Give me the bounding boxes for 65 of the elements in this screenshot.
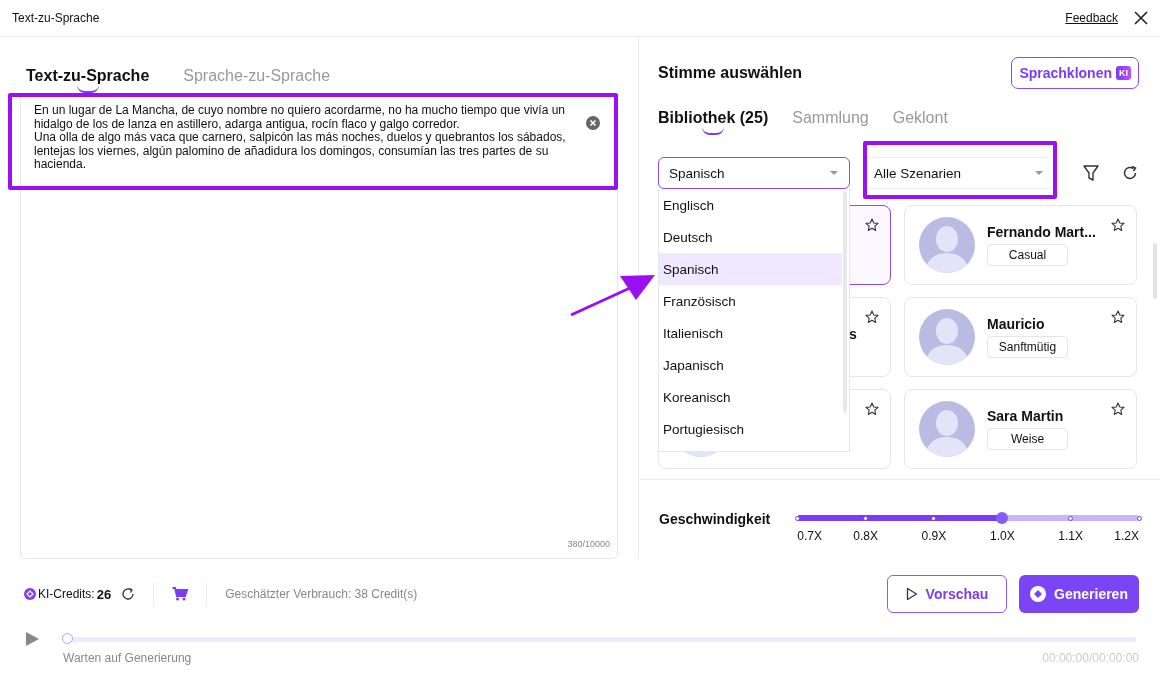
tick-label: 1.1X — [1058, 529, 1083, 543]
star-icon[interactable] — [1111, 310, 1125, 324]
voice-tag: Weise — [987, 428, 1068, 450]
star-icon[interactable] — [865, 402, 879, 416]
voice-card[interactable]: Mauricio Sanftmütig — [904, 297, 1137, 377]
usage-estimate: Geschätzter Verbrauch: 38 Credit(s) — [225, 587, 418, 601]
credit-icon — [24, 588, 36, 600]
dropdown-option[interactable]: Portugiesisch — [659, 413, 842, 445]
ai-badge: KI — [1116, 66, 1131, 80]
dropdown-option[interactable]: Französisch — [659, 285, 842, 317]
voice-name: s — [849, 326, 857, 342]
avatar-icon — [919, 401, 975, 457]
caret-icon — [1034, 170, 1044, 176]
generate-icon — [1030, 586, 1047, 602]
player-status: Warten auf Generierung — [63, 651, 192, 665]
tab[interactable]: Text-zu-Sprache — [26, 67, 150, 93]
dropdown-option[interactable]: Italienisch — [659, 317, 842, 349]
play-icon — [905, 587, 918, 601]
tick-label: 1.0X — [989, 529, 1015, 543]
play-icon[interactable] — [24, 631, 40, 647]
voice-name: Fernando Mart... — [987, 224, 1096, 240]
dropdown-option[interactable]: Englisch — [659, 189, 842, 221]
slider-label: Geschwindigkeit — [659, 511, 771, 527]
clear-icon[interactable] — [586, 116, 600, 130]
tick-label: 0.8X — [853, 529, 878, 543]
text-input[interactable]: En un lugar de La Mancha, de cuyo nombre no quiero acordarme, no ha mucho tiempo que vivía un hidalgo de los de lanza en astillero, adarga antigua, rocín flaco y galgo corredor. Una olla de algo más vaca que carnero, salpicón las más noches, duelos y quebrantos los sábados, lentejas los viernes, algún palomino de añadidura los domingos, consumían las tres partes de su hacienda. — [34, 104, 580, 172]
avatar-icon — [919, 309, 975, 365]
tab[interactable]: Bibliothek (25) — [658, 109, 769, 135]
star-icon[interactable] — [865, 218, 879, 232]
filter-icon[interactable] — [1082, 164, 1100, 182]
clone-voice-button[interactable]: Sprachklonen KI — [1011, 57, 1139, 89]
star-icon[interactable] — [865, 310, 879, 324]
preview-button[interactable]: Vorschau — [887, 575, 1007, 613]
character-count: 380/10000 — [567, 537, 610, 551]
credits-label: KI-Credits: — [38, 587, 95, 601]
refresh-icon[interactable] — [1122, 165, 1138, 181]
tick-label: 0.7X — [797, 529, 822, 543]
speed-slider[interactable] — [797, 515, 1139, 521]
language-dropdown[interactable]: Spanisch — [658, 157, 850, 189]
tick-label: 1.2X — [1114, 529, 1139, 543]
feedback-link[interactable]: Feedback — [1065, 11, 1118, 25]
tick-label: 0.9X — [921, 529, 947, 543]
slider-thumb[interactable] — [996, 512, 1009, 524]
star-icon[interactable] — [1111, 218, 1125, 232]
generate-button[interactable]: Generieren — [1019, 575, 1139, 613]
voice-tag: Casual — [987, 244, 1068, 266]
dropdown-option[interactable]: Koreanisch — [659, 381, 842, 413]
dropdown-option[interactable]: Spanisch — [659, 253, 842, 285]
avatar-icon — [919, 217, 975, 273]
window-title: Text-zu-Sprache — [12, 11, 101, 25]
panel-title: Stimme auswählen — [658, 64, 803, 82]
dropdown-option[interactable]: Deutsch — [659, 221, 842, 253]
voice-name: Mauricio — [987, 316, 1045, 332]
voice-card[interactable]: Fernando Mart... Casual — [904, 205, 1137, 285]
cart-icon[interactable] — [172, 587, 189, 601]
dropdown-option[interactable]: Japanisch — [659, 349, 842, 381]
progress-handle[interactable] — [62, 633, 73, 644]
star-icon[interactable] — [1111, 402, 1125, 416]
caret-icon — [829, 170, 839, 176]
voice-name: Sara Martin — [987, 408, 1064, 424]
refresh-icon[interactable] — [121, 587, 136, 601]
close-icon[interactable] — [1134, 11, 1148, 25]
voice-tag: Sanftmütig — [987, 336, 1068, 358]
voice-card[interactable]: Sara Martin Weise — [904, 389, 1137, 469]
credits-value: 26 — [96, 586, 112, 602]
